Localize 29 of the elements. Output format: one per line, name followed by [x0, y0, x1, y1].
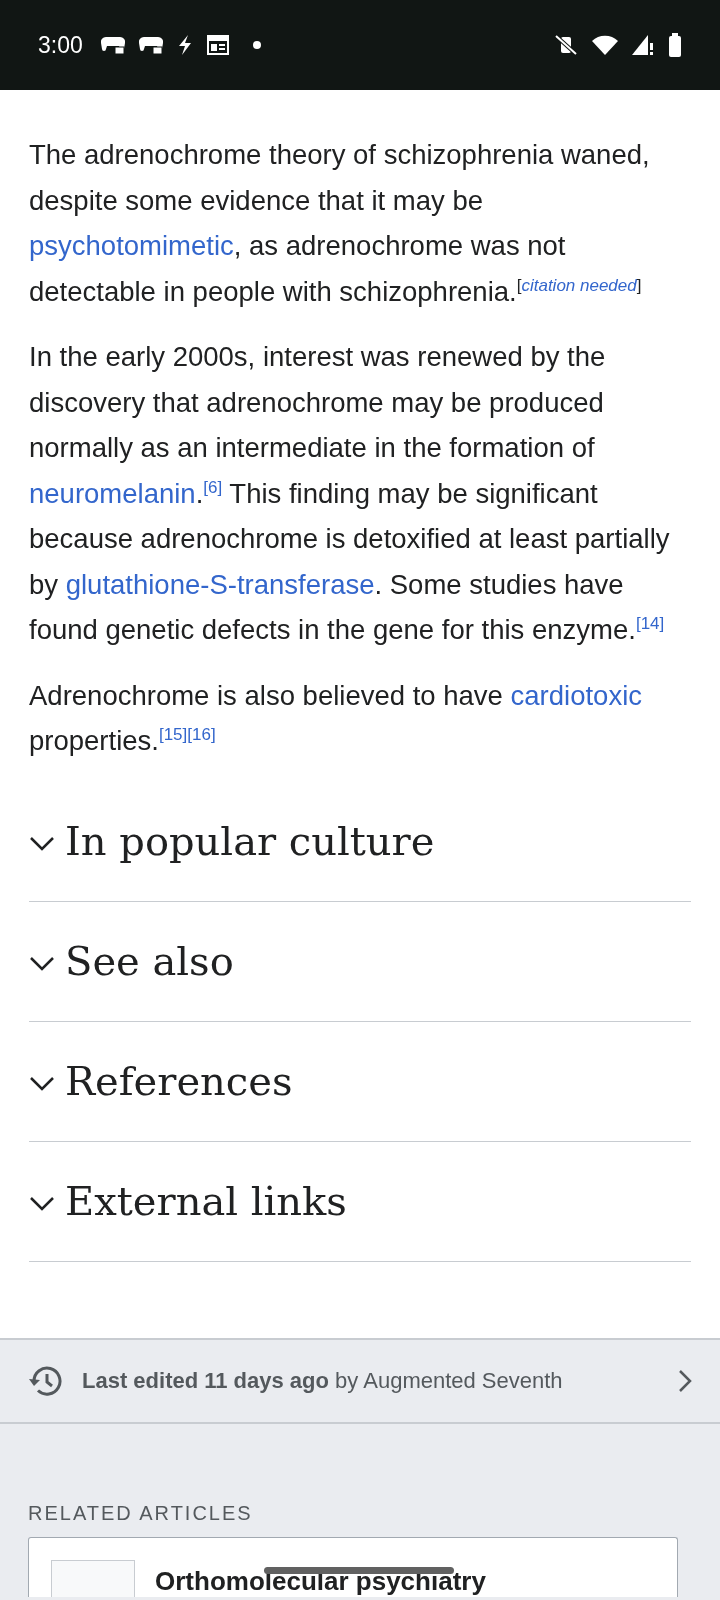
section-header[interactable]: References [29, 1021, 691, 1142]
signal-icon [632, 35, 654, 55]
chevron-right-icon [678, 1368, 692, 1393]
clock-time: 3:00 [38, 31, 83, 59]
citation-needed-link[interactable]: citation needed [521, 275, 637, 295]
related-article-card[interactable]: Orthomolecular psychiatry [28, 1536, 678, 1597]
game-controller-icon [138, 35, 163, 55]
battery-icon [668, 33, 682, 57]
text-link[interactable]: neuromelanin [29, 477, 196, 509]
text-link[interactable]: cardiotoxic [510, 679, 642, 711]
paragraph-text: In the early 2000s, interest was renewed by the discovery that adrenochrome may be produced normally as an intermediate in the formation of neuromelanin.$^{[6]}$ This finding may be significant because adrenochrome is detoxified at least partially by glutathione-S-transferase. Some studies have found genetic defects in the gene for this enzyme.$^{[14]}$ [29, 340, 671, 647]
citation-link[interactable]: [6] [203, 477, 223, 497]
section-header[interactable]: External links [29, 1141, 691, 1262]
section-header[interactable]: See also [29, 901, 691, 1022]
calendar-icon [206, 35, 229, 55]
lightning-icon [176, 35, 193, 55]
wifi-icon [592, 35, 618, 55]
citation-link[interactable]: [16] [187, 724, 216, 744]
game-controller-icon [100, 35, 125, 55]
history-icon [28, 1364, 62, 1397]
section-header[interactable]: In popular culture [29, 781, 691, 902]
text-link[interactable]: psychotomimetic [29, 230, 234, 261]
last-edited-link[interactable]: Last edited 11 days ago by Augmented Seventh [0, 1337, 720, 1424]
section-label: RELATED ARTICLES [28, 1501, 254, 1525]
dot-icon [252, 41, 261, 49]
muted-vibrate-icon [554, 34, 578, 56]
citation-link[interactable]: [15] [158, 724, 188, 744]
text-link[interactable]: glutathione-S-transferase [65, 568, 375, 600]
citation-link[interactable]: [14] [635, 613, 665, 633]
